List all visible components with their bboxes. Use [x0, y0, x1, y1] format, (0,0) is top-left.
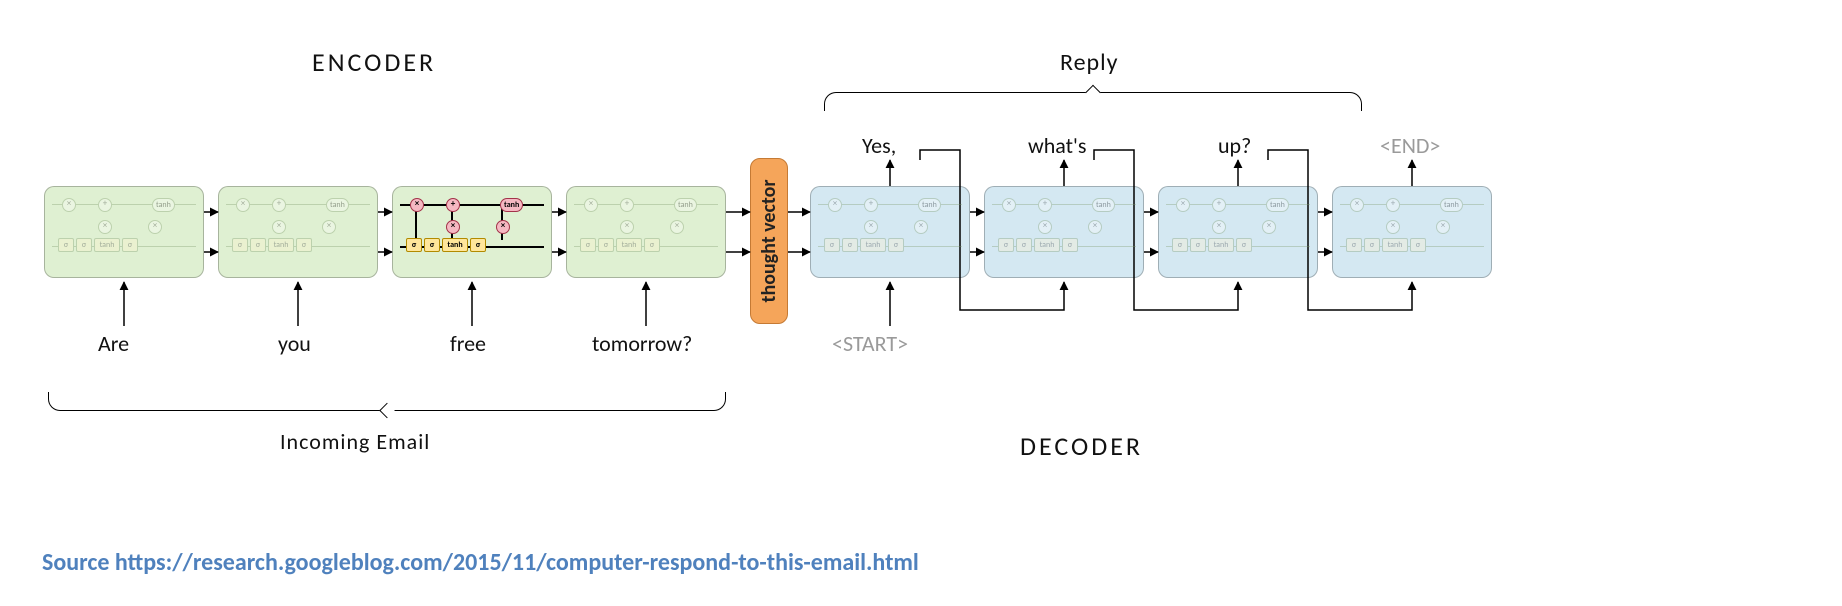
decoder-input-start: <START>	[832, 330, 908, 357]
encoder-input-3: free	[450, 330, 486, 357]
lstm-internals: × + × × tanh σ σ tanh σ	[1166, 194, 1310, 270]
lstm-internals: × + × × tanh σ σ tanh σ	[226, 194, 370, 270]
lstm-internals: × + × × tanh σ σ tanh σ	[818, 194, 962, 270]
lstm-internals: × + × × tanh σ σ tanh σ	[52, 194, 196, 270]
decoder-output-3: up?	[1218, 132, 1251, 159]
thought-vector-label: thought vector	[757, 180, 781, 303]
encoder-input-2: you	[278, 330, 311, 357]
lstm-internals: × + × × tanh σ σ tanh σ	[992, 194, 1136, 270]
lstm-internals: × + × × tanh σ σ tanh σ	[574, 194, 718, 270]
seq2seq-diagram: ENCODER Reply Incoming Email DECODER tho…	[0, 0, 1842, 606]
encoder-title: ENCODER	[312, 46, 436, 78]
decoder-output-end: <END>	[1380, 132, 1440, 159]
decoder-output-1: Yes,	[862, 132, 896, 159]
reply-title: Reply	[1060, 48, 1119, 77]
reply-brace	[824, 92, 1362, 111]
lstm-internals: × + × × tanh σ σ tanh σ	[1340, 194, 1484, 270]
connection-arrows	[0, 0, 1842, 606]
source-citation: Source https://research.googleblog.com/2…	[42, 548, 919, 577]
encoder-input-1: Are	[98, 330, 129, 357]
decoder-title: DECODER	[1020, 430, 1143, 462]
incoming-email-brace	[48, 392, 726, 411]
encoder-input-4: tomorrow?	[592, 330, 692, 357]
thought-vector-box: thought vector	[750, 158, 788, 324]
incoming-email-label: Incoming Email	[280, 428, 430, 455]
decoder-output-2: what's	[1028, 132, 1086, 159]
lstm-internals-highlighted: × + × × tanh σ σ tanh σ	[400, 194, 544, 270]
